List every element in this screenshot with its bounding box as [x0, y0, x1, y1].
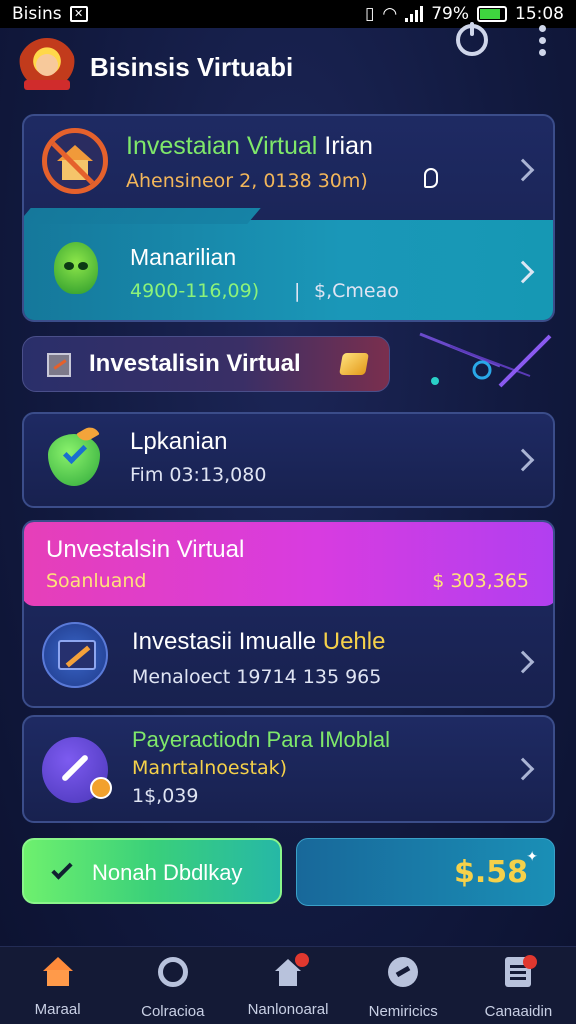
- investment-card-4[interactable]: Payeractiodn Para IMoblal Manrtalnoestak…: [22, 715, 555, 823]
- circle-icon: [156, 957, 190, 991]
- virtual-investment-pill[interactable]: Investalisin Virtual: [22, 336, 390, 392]
- more-icon: [538, 24, 546, 32]
- nav-item-collection[interactable]: Colracioa: [115, 947, 230, 1024]
- card-amount: 1$,039: [132, 785, 199, 807]
- nav-item-properties[interactable]: Nanlonoaral: [230, 947, 345, 1024]
- card-title: Investaian Virtual Irian: [126, 132, 373, 160]
- balance-amount: $.58: [453, 855, 528, 890]
- laptop-chart-icon: [42, 622, 108, 688]
- clock: 15:08: [515, 4, 564, 24]
- nav-label: Colracioa: [141, 1003, 205, 1020]
- card-subtitle: Ahensineor 2, 0138 30m): [126, 170, 368, 192]
- notification-icon: ✕: [69, 6, 88, 22]
- wifi-icon: ◠: [382, 4, 398, 24]
- vibrate-icon: ▯: [365, 4, 375, 24]
- signal-icon: [405, 6, 424, 22]
- document-list-icon: [501, 955, 538, 991]
- heart-check-icon: [42, 423, 106, 492]
- cursor-icon: [424, 168, 438, 188]
- gold-bar-icon: [339, 353, 369, 375]
- card-title: Lpkanian: [130, 428, 228, 455]
- nav-label: Maraal: [34, 1001, 81, 1018]
- chevron-right-icon: [511, 650, 535, 674]
- decorative-lines: [419, 332, 552, 388]
- card-subtitle: Menaloect 19714 135 965: [132, 666, 382, 688]
- wrench-icon: [42, 737, 112, 803]
- card-title: Payeractiodn Para IMoblal: [132, 727, 391, 752]
- house-icon: [271, 953, 309, 989]
- banner-amount: $ 303,365: [432, 570, 529, 592]
- nav-item-metrics[interactable]: Nemiricics: [346, 947, 461, 1024]
- nav-item-home[interactable]: Maraal: [0, 947, 115, 1024]
- banner-title: Unvestalsin Virtual: [46, 536, 245, 563]
- sub-row-title: Manarilian: [130, 244, 237, 270]
- sub-row-right-value: $,Cmeao: [314, 280, 399, 302]
- nav-label: Canaaidin: [484, 1003, 553, 1020]
- investment-card-3[interactable]: Unvestalsin Virtual Soanluand $ 303,365 …: [22, 520, 555, 708]
- pill-label: Investalisin Virtual: [89, 350, 301, 377]
- chevron-right-icon: [511, 448, 535, 472]
- card-title: Investasii Imualle Uehle: [132, 628, 386, 655]
- confirm-button[interactable]: Nonah Dbdlkay: [22, 838, 282, 904]
- chevron-right-icon: [511, 158, 535, 182]
- chevron-right-icon: [511, 757, 535, 781]
- notification-badge: [523, 955, 538, 969]
- carrier-label: Bisins: [12, 4, 62, 24]
- sub-row-value: 4900-116,09): [130, 280, 260, 302]
- investment-card-2[interactable]: Lpkanian Fim 03:13,080: [22, 412, 555, 508]
- banner-subtitle: Soanluand: [46, 570, 147, 592]
- power-icon: [456, 22, 488, 56]
- page-title: Bisinsis Virtuabi: [90, 51, 294, 82]
- battery-icon: [477, 6, 507, 22]
- alien-icon: [44, 236, 108, 306]
- confirm-button-label: Nonah Dbdlkay: [92, 860, 243, 885]
- nav-item-settings[interactable]: Canaaidin: [461, 947, 576, 1024]
- bottom-navigation: Maraal Colracioa Nanlonoaral Nemiricics …: [0, 946, 576, 1024]
- check-icon: [51, 858, 73, 880]
- app-logo: [18, 38, 76, 96]
- nav-label: Nanlonoaral: [247, 1001, 329, 1018]
- house-forbidden-icon: [42, 128, 108, 194]
- card-subtitle: Manrtalnoestak): [132, 757, 288, 779]
- sub-row-divider: |: [294, 280, 301, 302]
- power-button[interactable]: [454, 22, 490, 58]
- balance-button[interactable]: $.58 ✦: [296, 838, 555, 906]
- investment-card-1[interactable]: Investaian Virtual Irian Ahensineor 2, 0…: [22, 114, 555, 322]
- globe-icon: [386, 957, 420, 991]
- document-icon: [47, 353, 71, 377]
- notification-badge: [295, 953, 309, 967]
- card-subtitle: Fim 03:13,080: [130, 464, 267, 486]
- nav-label: Nemiricics: [368, 1003, 438, 1020]
- more-menu-button[interactable]: [524, 22, 560, 58]
- battery-percent: 79%: [431, 4, 469, 24]
- home-icon: [41, 955, 75, 989]
- sparkle-icon: ✦: [526, 849, 538, 865]
